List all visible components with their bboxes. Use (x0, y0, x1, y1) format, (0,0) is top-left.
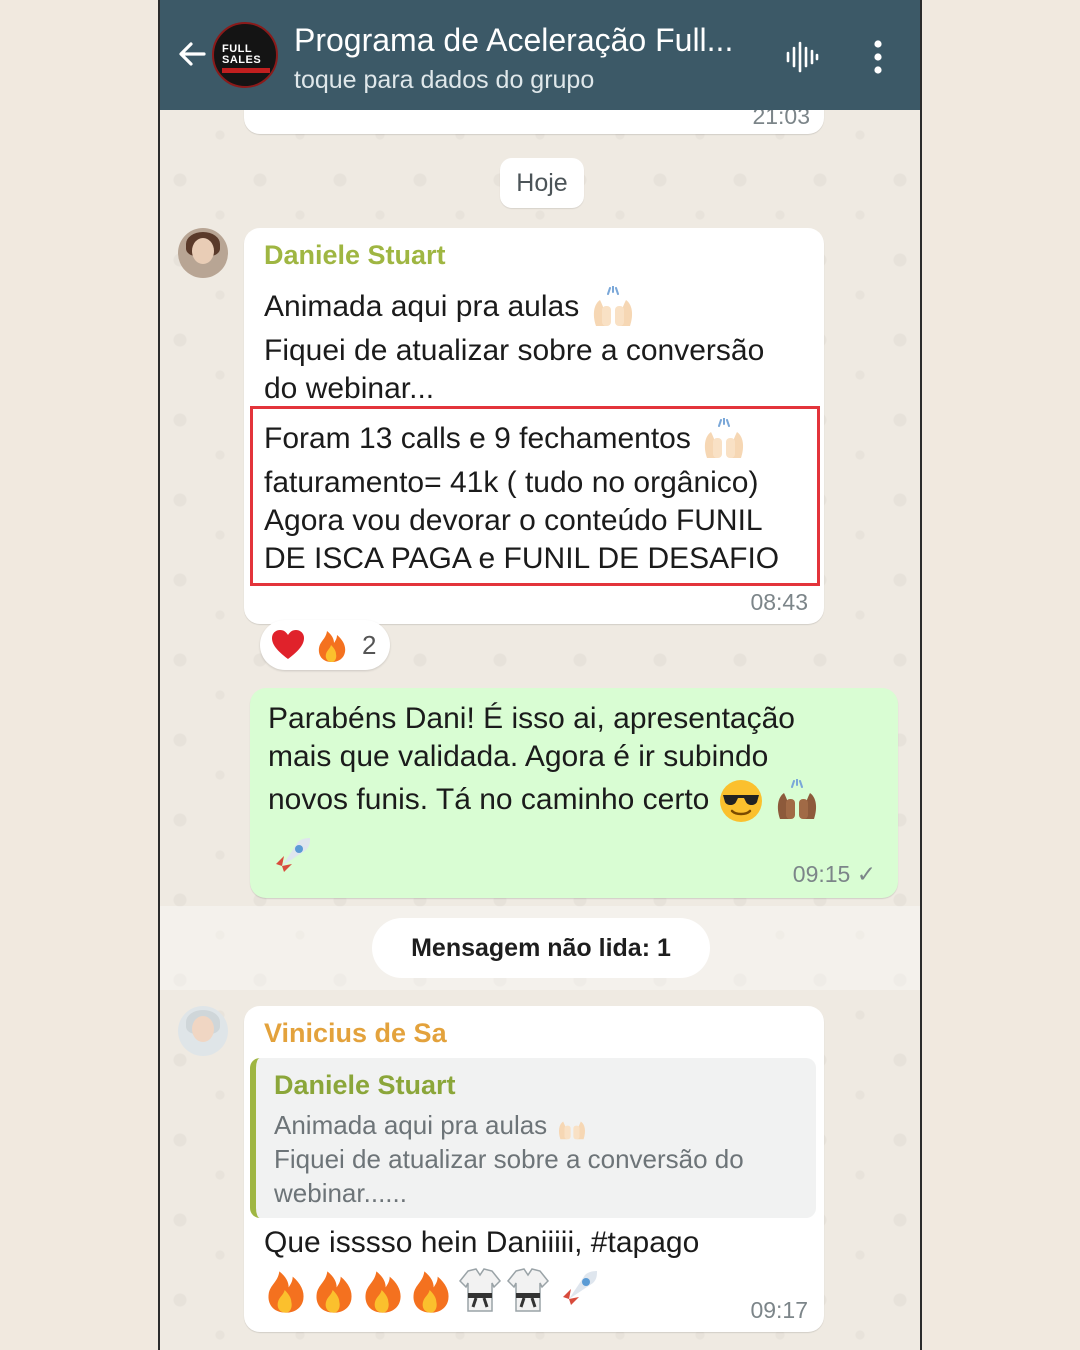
rocket-icon (272, 838, 310, 876)
reaction-count: 2 (362, 630, 377, 660)
message-line: mais que validada. Agora é ir subindo (268, 740, 769, 773)
group-title[interactable]: Programa de Aceleração Full... (294, 22, 733, 59)
martial-arts-uniform-icon (507, 1268, 550, 1312)
highlight-box (250, 406, 820, 586)
quoted-line: webinar...... (274, 1178, 407, 1208)
fire-icon (318, 631, 346, 662)
fire-icon (316, 1271, 353, 1313)
raising-hands-icon (593, 286, 632, 326)
message-line: novos funis. Tá no caminho certo (268, 778, 822, 824)
message-time: 09:15 ✓ (792, 861, 876, 887)
message-time: 08:43 (750, 589, 808, 615)
fire-icon (413, 1271, 449, 1313)
unread-chip: Mensagem não lida: 1 (372, 918, 710, 978)
fire-icon (268, 1271, 304, 1313)
reactions-pill[interactable]: 2 (260, 620, 390, 670)
sender-name: Vinicius de Sa (264, 1018, 447, 1048)
message-line: Animada aqui pra aulas (264, 286, 638, 330)
fire-icon (365, 1271, 401, 1313)
logo-bar (222, 68, 270, 73)
audio-wave-icon[interactable] (784, 40, 820, 74)
message-time: 09:17 (750, 1297, 808, 1323)
avatar[interactable] (178, 228, 228, 278)
chat-header[interactable]: FULL SALES Programa de Aceleração Full...… (160, 0, 920, 110)
avatar[interactable] (178, 1006, 228, 1056)
group-avatar-logo: FULL SALES (222, 43, 262, 66)
raising-hands-dark-icon (777, 779, 817, 819)
group-avatar[interactable]: FULL SALES (212, 22, 278, 88)
rocket-icon (558, 1271, 597, 1309)
sunglasses-emoji-icon (719, 780, 762, 822)
date-chip: Hoje (500, 158, 584, 208)
message-line: do webinar... (264, 372, 435, 405)
heart-icon (272, 630, 304, 659)
quoted-message[interactable]: Daniele Stuart Animada aqui pra aulas Fi… (250, 1058, 816, 1218)
group-subtitle[interactable]: toque para dados do grupo (294, 66, 594, 95)
sender-name: Daniele Stuart (264, 240, 446, 270)
martial-arts-uniform-icon (458, 1268, 501, 1312)
message-line: Que isssso hein Daniiiii, #tapago (264, 1226, 700, 1259)
quoted-line: Animada aqui pra aulas (274, 1110, 590, 1142)
raising-hands-icon (559, 1121, 586, 1140)
more-vert-icon[interactable] (868, 38, 888, 76)
phone-screen: FULL SALES Programa de Aceleração Full...… (158, 0, 922, 1350)
message-line: Parabéns Dani! É isso ai, apresentação (268, 702, 795, 735)
quoted-line: Fiquei de atualizar sobre a conversão do (274, 1144, 744, 1174)
emoji-row (264, 1266, 601, 1316)
message-line: Fiquei de atualizar sobre a conversão (264, 334, 765, 367)
back-arrow-icon[interactable] (174, 36, 210, 72)
message-bubble-outgoing[interactable]: Parabéns Dani! É isso ai, apresentação m… (250, 688, 898, 898)
quoted-sender: Daniele Stuart (274, 1070, 456, 1100)
